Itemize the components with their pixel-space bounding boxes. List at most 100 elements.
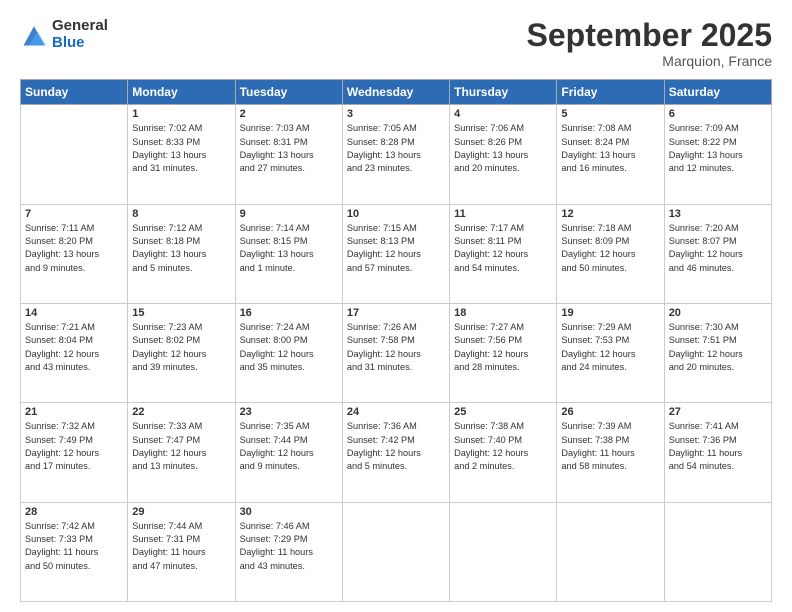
day-info: Sunrise: 7:29 AM Sunset: 7:53 PM Dayligh… <box>561 321 659 374</box>
day-number: 15 <box>132 307 230 319</box>
day-number: 8 <box>132 208 230 220</box>
day-number: 18 <box>454 307 552 319</box>
day-cell: 24 Sunrise: 7:36 AM Sunset: 7:42 PM Dayli… <box>342 403 449 502</box>
day-cell: 27Sunrise: 7:41 AM Sunset: 7:36 PM Dayli… <box>664 403 771 502</box>
day-cell: 30 Sunrise: 7:46 AM Sunset: 7:29 PM Dayli… <box>235 502 342 601</box>
day-cell: 13Sunrise: 7:20 AM Sunset: 8:07 PM Dayli… <box>664 204 771 303</box>
day-info: Sunrise: 7:18 AM Sunset: 8:09 PM Dayligh… <box>561 222 659 275</box>
day-cell: 19 Sunrise: 7:29 AM Sunset: 7:53 PM Dayli… <box>557 303 664 402</box>
day-number: 1 <box>132 108 230 120</box>
day-cell: 7 Sunrise: 7:11 AM Sunset: 8:20 PM Daylig… <box>21 204 128 303</box>
day-number: 12 <box>561 208 659 220</box>
day-info: Sunrise: 7:06 AM Sunset: 8:26 PM Dayligh… <box>454 122 552 175</box>
day-cell: 28 Sunrise: 7:42 AM Sunset: 7:33 PM Dayli… <box>21 502 128 601</box>
day-info: Sunrise: 7:17 AM Sunset: 8:11 PM Dayligh… <box>454 222 552 275</box>
column-header-tuesday: Tuesday <box>235 80 342 105</box>
day-info: Sunrise: 7:33 AM Sunset: 7:47 PM Dayligh… <box>132 420 230 473</box>
day-info: Sunrise: 7:21 AM Sunset: 8:04 PM Dayligh… <box>25 321 123 374</box>
day-cell: 3 Sunrise: 7:05 AM Sunset: 8:28 PM Daylig… <box>342 105 449 204</box>
day-cell: 9 Sunrise: 7:14 AM Sunset: 8:15 PM Daylig… <box>235 204 342 303</box>
calendar-header-row: SundayMondayTuesdayWednesdayThursdayFrid… <box>21 80 772 105</box>
day-info: Sunrise: 7:08 AM Sunset: 8:24 PM Dayligh… <box>561 122 659 175</box>
day-cell: 11Sunrise: 7:17 AM Sunset: 8:11 PM Dayli… <box>450 204 557 303</box>
column-header-friday: Friday <box>557 80 664 105</box>
day-cell: 17 Sunrise: 7:26 AM Sunset: 7:58 PM Dayli… <box>342 303 449 402</box>
week-row-4: 21 Sunrise: 7:32 AM Sunset: 7:49 PM Dayli… <box>21 403 772 502</box>
day-info: Sunrise: 7:41 AM Sunset: 7:36 PM Dayligh… <box>669 420 767 473</box>
day-info: Sunrise: 7:30 AM Sunset: 7:51 PM Dayligh… <box>669 321 767 374</box>
day-info: Sunrise: 7:46 AM Sunset: 7:29 PM Dayligh… <box>240 520 338 573</box>
day-number: 17 <box>347 307 445 319</box>
day-number: 22 <box>132 406 230 418</box>
logo: General Blue <box>20 18 108 51</box>
day-cell <box>342 502 449 601</box>
day-info: Sunrise: 7:09 AM Sunset: 8:22 PM Dayligh… <box>669 122 767 175</box>
day-cell: 14 Sunrise: 7:21 AM Sunset: 8:04 PM Dayli… <box>21 303 128 402</box>
day-info: Sunrise: 7:42 AM Sunset: 7:33 PM Dayligh… <box>25 520 123 573</box>
column-header-monday: Monday <box>128 80 235 105</box>
day-info: Sunrise: 7:24 AM Sunset: 8:00 PM Dayligh… <box>240 321 338 374</box>
day-number: 23 <box>240 406 338 418</box>
day-number: 4 <box>454 108 552 120</box>
calendar-table: SundayMondayTuesdayWednesdayThursdayFrid… <box>20 79 772 602</box>
day-number: 20 <box>669 307 767 319</box>
day-cell <box>557 502 664 601</box>
day-cell: 5Sunrise: 7:08 AM Sunset: 8:24 PM Daylig… <box>557 105 664 204</box>
day-cell: 22 Sunrise: 7:33 AM Sunset: 7:47 PM Dayli… <box>128 403 235 502</box>
day-cell: 15Sunrise: 7:23 AM Sunset: 8:02 PM Dayli… <box>128 303 235 402</box>
day-cell: 12 Sunrise: 7:18 AM Sunset: 8:09 PM Dayli… <box>557 204 664 303</box>
day-info: Sunrise: 7:15 AM Sunset: 8:13 PM Dayligh… <box>347 222 445 275</box>
day-number: 29 <box>132 506 230 518</box>
day-number: 21 <box>25 406 123 418</box>
day-number: 30 <box>240 506 338 518</box>
week-row-2: 7 Sunrise: 7:11 AM Sunset: 8:20 PM Daylig… <box>21 204 772 303</box>
day-info: Sunrise: 7:05 AM Sunset: 8:28 PM Dayligh… <box>347 122 445 175</box>
day-number: 26 <box>561 406 659 418</box>
page: General Blue September 2025 Marquion, Fr… <box>0 0 792 612</box>
day-cell: 6 Sunrise: 7:09 AM Sunset: 8:22 PM Daylig… <box>664 105 771 204</box>
logo-text: General Blue <box>52 18 108 51</box>
day-number: 19 <box>561 307 659 319</box>
day-cell: 26Sunrise: 7:39 AM Sunset: 7:38 PM Dayli… <box>557 403 664 502</box>
day-info: Sunrise: 7:02 AM Sunset: 8:33 PM Dayligh… <box>132 122 230 175</box>
day-cell: 2 Sunrise: 7:03 AM Sunset: 8:31 PM Daylig… <box>235 105 342 204</box>
week-row-1: 1 Sunrise: 7:02 AM Sunset: 8:33 PM Daylig… <box>21 105 772 204</box>
day-cell: 29Sunrise: 7:44 AM Sunset: 7:31 PM Dayli… <box>128 502 235 601</box>
day-cell: 8Sunrise: 7:12 AM Sunset: 8:18 PM Daylig… <box>128 204 235 303</box>
day-cell: 4 Sunrise: 7:06 AM Sunset: 8:26 PM Daylig… <box>450 105 557 204</box>
day-cell: 25Sunrise: 7:38 AM Sunset: 7:40 PM Dayli… <box>450 403 557 502</box>
day-info: Sunrise: 7:26 AM Sunset: 7:58 PM Dayligh… <box>347 321 445 374</box>
day-number: 9 <box>240 208 338 220</box>
day-number: 10 <box>347 208 445 220</box>
day-cell <box>21 105 128 204</box>
day-info: Sunrise: 7:38 AM Sunset: 7:40 PM Dayligh… <box>454 420 552 473</box>
day-number: 2 <box>240 108 338 120</box>
day-info: Sunrise: 7:36 AM Sunset: 7:42 PM Dayligh… <box>347 420 445 473</box>
day-number: 14 <box>25 307 123 319</box>
day-number: 7 <box>25 208 123 220</box>
day-cell <box>664 502 771 601</box>
logo-icon <box>20 21 48 49</box>
day-info: Sunrise: 7:14 AM Sunset: 8:15 PM Dayligh… <box>240 222 338 275</box>
column-header-sunday: Sunday <box>21 80 128 105</box>
day-info: Sunrise: 7:32 AM Sunset: 7:49 PM Dayligh… <box>25 420 123 473</box>
week-row-3: 14 Sunrise: 7:21 AM Sunset: 8:04 PM Dayli… <box>21 303 772 402</box>
day-number: 24 <box>347 406 445 418</box>
day-number: 28 <box>25 506 123 518</box>
day-cell: 10 Sunrise: 7:15 AM Sunset: 8:13 PM Dayli… <box>342 204 449 303</box>
day-info: Sunrise: 7:11 AM Sunset: 8:20 PM Dayligh… <box>25 222 123 275</box>
day-cell: 1 Sunrise: 7:02 AM Sunset: 8:33 PM Daylig… <box>128 105 235 204</box>
column-header-saturday: Saturday <box>664 80 771 105</box>
day-info: Sunrise: 7:03 AM Sunset: 8:31 PM Dayligh… <box>240 122 338 175</box>
day-cell: 23 Sunrise: 7:35 AM Sunset: 7:44 PM Dayli… <box>235 403 342 502</box>
day-info: Sunrise: 7:35 AM Sunset: 7:44 PM Dayligh… <box>240 420 338 473</box>
day-number: 3 <box>347 108 445 120</box>
day-number: 16 <box>240 307 338 319</box>
day-cell: 20 Sunrise: 7:30 AM Sunset: 7:51 PM Dayli… <box>664 303 771 402</box>
logo-blue-text: Blue <box>52 35 108 52</box>
day-info: Sunrise: 7:27 AM Sunset: 7:56 PM Dayligh… <box>454 321 552 374</box>
day-number: 6 <box>669 108 767 120</box>
day-number: 13 <box>669 208 767 220</box>
column-header-thursday: Thursday <box>450 80 557 105</box>
day-cell: 21 Sunrise: 7:32 AM Sunset: 7:49 PM Dayli… <box>21 403 128 502</box>
